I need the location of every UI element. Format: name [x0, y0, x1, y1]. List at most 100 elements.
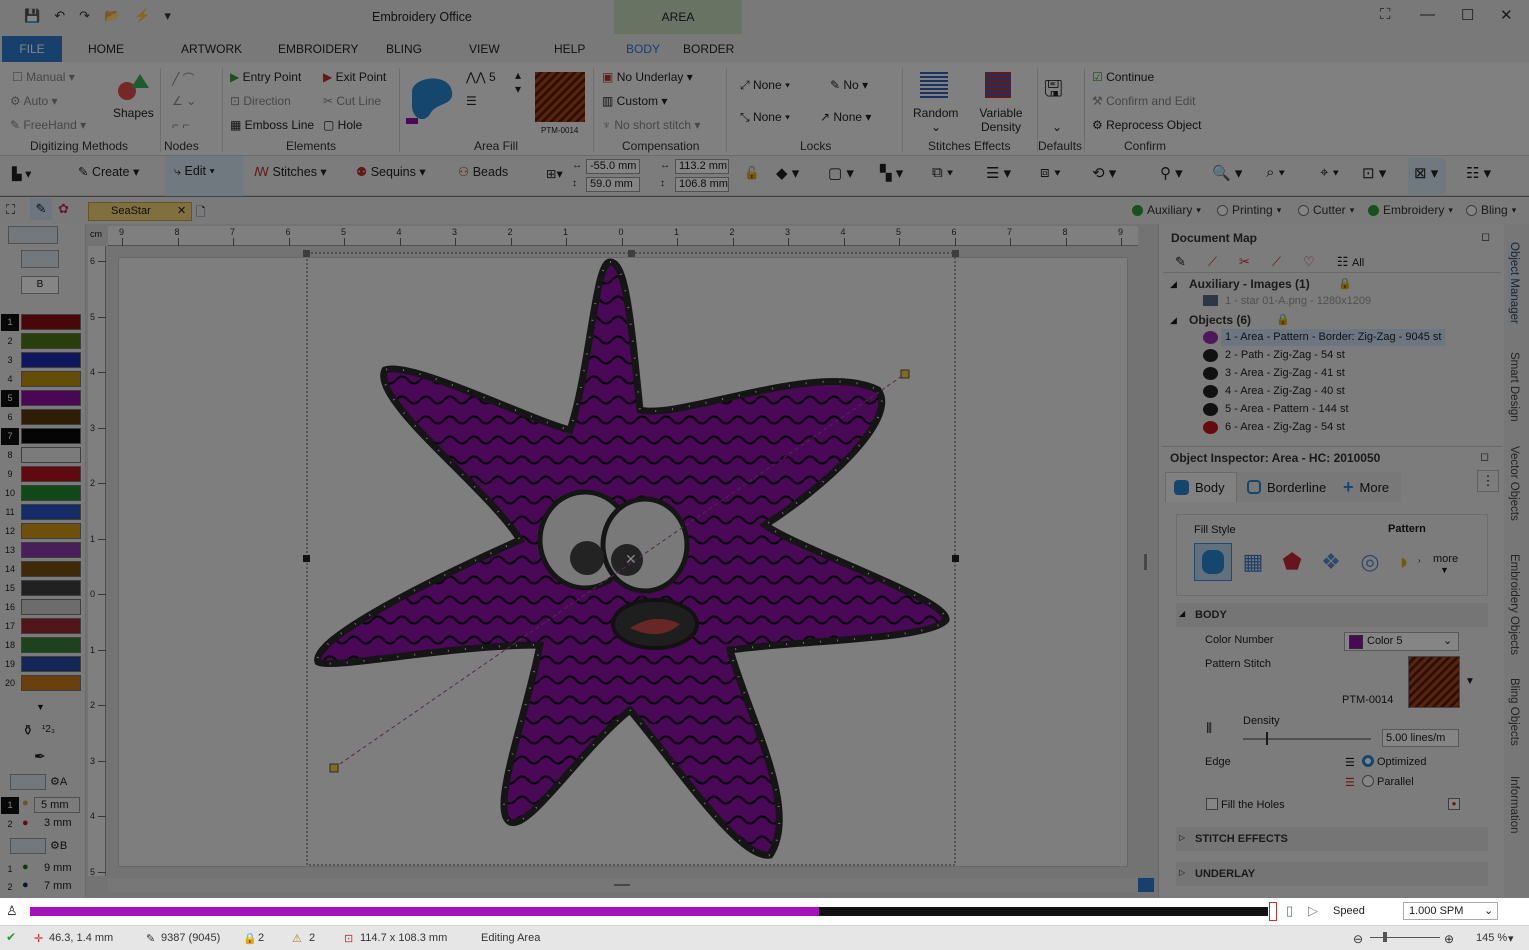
resize-handle-top[interactable]: [628, 250, 635, 257]
palette-color-row[interactable]: 14: [0, 560, 86, 579]
fill-color-icon[interactable]: ◆ ▾: [776, 164, 799, 182]
lock-start-select[interactable]: ⤢ None ▾: [740, 78, 790, 93]
edge-parallel-radio[interactable]: [1362, 775, 1374, 787]
direction-handle-end[interactable]: [900, 369, 910, 379]
palette-color-row[interactable]: 19: [0, 655, 86, 674]
view-toggle-icon[interactable]: ▙ ▾: [12, 166, 31, 181]
freehand-button[interactable]: ✎ FreeHand ▾: [10, 118, 86, 132]
palette-color-swatch[interactable]: [21, 675, 81, 691]
custom-select[interactable]: ▥ Custom ▾: [602, 94, 667, 108]
undo-icon[interactable]: ↶: [54, 8, 65, 24]
section-body[interactable]: BODY: [1176, 603, 1488, 627]
side-tab-vector-objects[interactable]: Vector Objects: [1508, 446, 1520, 521]
fill-style-more[interactable]: more: [1433, 553, 1458, 565]
pattern-dropdown-icon[interactable]: ▼: [1465, 676, 1475, 687]
palette-color-swatch[interactable]: [21, 352, 81, 368]
distribute-icon[interactable]: ⧈ ▾: [1040, 164, 1061, 181]
palette-color-swatch[interactable]: [21, 542, 81, 558]
filter-stitch-icon[interactable]: ⟋: [1208, 254, 1217, 270]
rotate-icon[interactable]: ⟲ ▾: [1092, 164, 1116, 182]
new-tab-icon[interactable]: 🗋: [196, 203, 206, 224]
mode-dropdown-icon[interactable]: ▾: [1350, 205, 1355, 216]
section-body-collapse-icon[interactable]: ◢: [1179, 609, 1185, 618]
variable-density-label[interactable]: Variable Density: [976, 106, 1026, 134]
close-button[interactable]: ✕: [1500, 6, 1513, 24]
spool-icon[interactable]: ⚱: [22, 722, 34, 739]
reprocess-button[interactable]: ⚙ Reprocess Object: [1092, 118, 1201, 132]
menu-tab-view[interactable]: VIEW: [469, 42, 500, 56]
lock-end-type-select[interactable]: ↗ None ▾: [820, 110, 871, 124]
section-underlay-expand-icon[interactable]: ▷: [1179, 868, 1185, 877]
close-tab-icon[interactable]: ✕: [177, 203, 186, 220]
underlay-select[interactable]: ▣ No Underlay ▾: [602, 70, 693, 84]
inspector-pin-icon[interactable]: ◻: [1480, 450, 1489, 463]
palette-color-swatch[interactable]: [21, 390, 81, 406]
sequin-a-size-2[interactable]: 3 mm: [44, 817, 72, 829]
fill-cross-style[interactable]: ❖: [1313, 543, 1349, 581]
tab-borderline[interactable]: Borderline: [1237, 472, 1335, 502]
object-list-item[interactable]: 6 - Area - Zig-Zag - 54 st: [1225, 421, 1345, 433]
edit-tool[interactable]: ⤷ Edit ▾: [174, 164, 215, 179]
open-folder-icon[interactable]: 📂: [104, 8, 120, 24]
color-picker-icon[interactable]: ⚲ ▾: [1160, 164, 1183, 182]
aux-image-item[interactable]: 1 - star 01-A.png - 1280x1209: [1225, 295, 1371, 307]
edit-pen-icon[interactable]: ✎: [30, 198, 52, 220]
exit-point-button[interactable]: ▶ Exit Point: [323, 70, 386, 84]
speed-select[interactable]: 1.000 SPM ⌄: [1403, 902, 1498, 920]
zoom-slider[interactable]: [1370, 937, 1440, 938]
eyedropper-icon[interactable]: ✒: [34, 748, 46, 765]
pattern-swatch[interactable]: [535, 72, 585, 122]
palette-list-icon[interactable]: [21, 250, 59, 268]
density-input[interactable]: 5.00 lines/m: [1382, 729, 1459, 747]
filter-cut-icon[interactable]: ✂: [1239, 254, 1250, 270]
random-label[interactable]: Random: [913, 106, 958, 120]
shapes-icon[interactable]: [116, 72, 150, 105]
menu-tab-embroidery[interactable]: EMBROIDERY: [278, 42, 358, 56]
mode-toggle-cutter[interactable]: Cutter ▾: [1298, 203, 1354, 217]
zoom-selection-icon[interactable]: ⌖ ▾: [1320, 164, 1339, 181]
mode-dropdown-icon[interactable]: ▾: [1448, 205, 1453, 216]
zoom-in-icon[interactable]: ⊕: [1444, 932, 1454, 946]
palette-color-swatch[interactable]: [21, 637, 81, 653]
palette-color-swatch[interactable]: [21, 447, 81, 463]
bead-b-panel-icon[interactable]: [10, 838, 46, 854]
bead-b-size-1[interactable]: 9 mm: [44, 862, 72, 874]
person-icon[interactable]: ♙: [6, 903, 18, 919]
list-view-icon[interactable]: ☷ ▾: [1466, 164, 1491, 182]
filter-all-button[interactable]: ☷ All: [1337, 254, 1365, 270]
sequins-tool[interactable]: ⚉ Sequins ▾: [356, 164, 426, 179]
palette-color-swatch[interactable]: [21, 599, 81, 615]
mode-dropdown-icon[interactable]: ▾: [1512, 205, 1517, 216]
document-map-pin-icon[interactable]: ◻: [1481, 230, 1490, 243]
stitch-progress-end-handle[interactable]: [1269, 902, 1277, 921]
node-curve-icon[interactable]: ⌐ ⌐: [172, 118, 189, 132]
minimize-button[interactable]: —: [1420, 6, 1435, 23]
tab-body[interactable]: Body: [1165, 472, 1237, 502]
mode-toggle-embroidery[interactable]: Embroidery ▾: [1368, 203, 1453, 217]
palette-color-swatch[interactable]: [21, 656, 81, 672]
palette-color-row[interactable]: 5: [0, 389, 86, 408]
edge-optimized-radio[interactable]: [1362, 755, 1374, 767]
left-pupil[interactable]: [570, 541, 604, 575]
lock-ratio-icon[interactable]: 🔓: [744, 166, 760, 181]
menu-tab-home[interactable]: HOME: [88, 42, 124, 56]
customize-qat-icon[interactable]: ▾: [164, 8, 171, 24]
stitch-list-icon[interactable]: ☰: [466, 94, 477, 108]
zoom-page-icon[interactable]: ⊡ ▾: [1362, 164, 1386, 182]
lock-end-select[interactable]: ⤡ None ▾: [740, 110, 790, 125]
palette-color-row[interactable]: 6: [0, 408, 86, 427]
center-marker-icon[interactable]: ✕: [625, 552, 637, 568]
mode-dropdown-icon[interactable]: ▾: [1196, 205, 1201, 216]
palette-color-row[interactable]: 17: [0, 617, 86, 636]
palette-color-swatch[interactable]: [21, 371, 81, 387]
fill-tatami-style[interactable]: ▦: [1235, 543, 1271, 581]
tree-icon[interactable]: ⛶: [6, 202, 15, 218]
palette-color-row[interactable]: 8: [0, 446, 86, 465]
side-tab-object-manager[interactable]: Object Manager: [1508, 242, 1520, 324]
menu-file[interactable]: FILE: [2, 36, 62, 62]
play-icon[interactable]: ▷: [1308, 903, 1318, 919]
fill-gradient-style[interactable]: ◗: [1391, 543, 1417, 581]
short-stitch-select[interactable]: ♆ No short stitch ▾: [602, 118, 700, 132]
aux-collapse-icon[interactable]: ◢: [1170, 279, 1177, 290]
menu-tab-border[interactable]: BORDER: [683, 42, 734, 56]
